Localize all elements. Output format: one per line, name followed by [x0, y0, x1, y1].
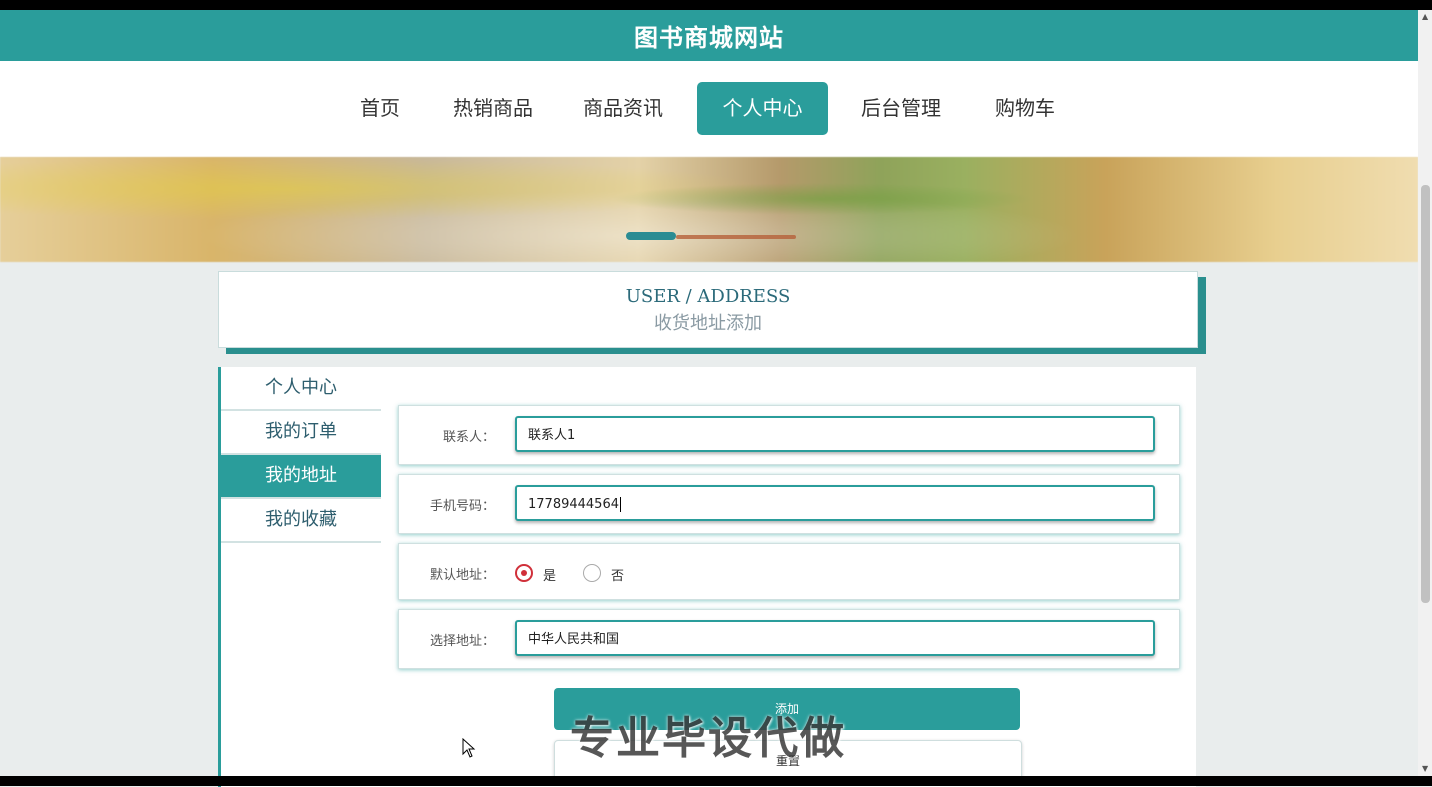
sidebar-item-addresses[interactable]: 我的地址: [221, 455, 381, 499]
nav-item-home[interactable]: 首页: [340, 82, 420, 135]
address-row: 选择地址： 中华人民共和国: [398, 609, 1180, 669]
default-address-label: 默认地址：: [429, 568, 495, 583]
phone-label: 手机号码：: [429, 499, 495, 514]
default-no-label: 否: [611, 569, 625, 584]
scroll-down-arrow-icon[interactable]: ▼: [1422, 764, 1428, 773]
main-nav: 首页 热销商品 商品资讯 个人中心 后台管理 购物车: [0, 61, 1418, 157]
phone-input[interactable]: 17789444564: [515, 485, 1155, 521]
sidebar: 个人中心 我的订单 我的地址 我的收藏: [218, 367, 381, 543]
address-label: 选择地址：: [429, 634, 495, 649]
address-select[interactable]: 中华人民共和国: [515, 620, 1155, 656]
phone-row: 手机号码： 17789444564: [398, 474, 1180, 534]
carousel-indicator-active[interactable]: [626, 232, 676, 240]
nav-item-news[interactable]: 商品资讯: [576, 82, 670, 135]
nav-item-hot-products[interactable]: 热销商品: [446, 82, 540, 135]
sidebar-item-orders[interactable]: 我的订单: [221, 411, 381, 455]
watermark-text: 专业毕设代做: [570, 713, 846, 764]
scrollbar-thumb[interactable]: [1421, 185, 1430, 603]
page-title-en: USER / ADDRESS: [625, 286, 791, 307]
contact-label: 联系人：: [442, 430, 495, 445]
site-title: 图书商城网站: [634, 24, 784, 52]
default-yes-radio[interactable]: [515, 564, 533, 582]
default-yes-label: 是: [543, 569, 557, 584]
phone-value: 17789444564: [528, 497, 619, 512]
page-title-cn: 收货地址添加: [654, 313, 762, 334]
nav-item-personal-center[interactable]: 个人中心: [697, 82, 828, 135]
nav-item-admin[interactable]: 后台管理: [854, 82, 948, 135]
window-bottom-edge: [0, 776, 1432, 786]
window-top-edge: [0, 0, 1432, 10]
nav-item-cart[interactable]: 购物车: [986, 82, 1064, 135]
page-title-box: USER / ADDRESS 收货地址添加: [218, 271, 1198, 348]
carousel-indicator-track[interactable]: [676, 235, 796, 239]
site-header: 图书商城网站: [0, 10, 1418, 61]
default-address-row: 默认地址： 是 否: [398, 543, 1180, 600]
contact-row: 联系人： 联系人1: [398, 405, 1180, 465]
scroll-up-arrow-icon[interactable]: ▲: [1422, 12, 1428, 21]
contact-input[interactable]: 联系人1: [515, 416, 1155, 452]
mouse-cursor-icon: [462, 738, 476, 758]
sidebar-item-personal-center[interactable]: 个人中心: [221, 367, 381, 411]
hero-banner: [0, 157, 1418, 262]
default-no-radio[interactable]: [583, 564, 601, 582]
sidebar-item-favorites[interactable]: 我的收藏: [221, 499, 381, 543]
